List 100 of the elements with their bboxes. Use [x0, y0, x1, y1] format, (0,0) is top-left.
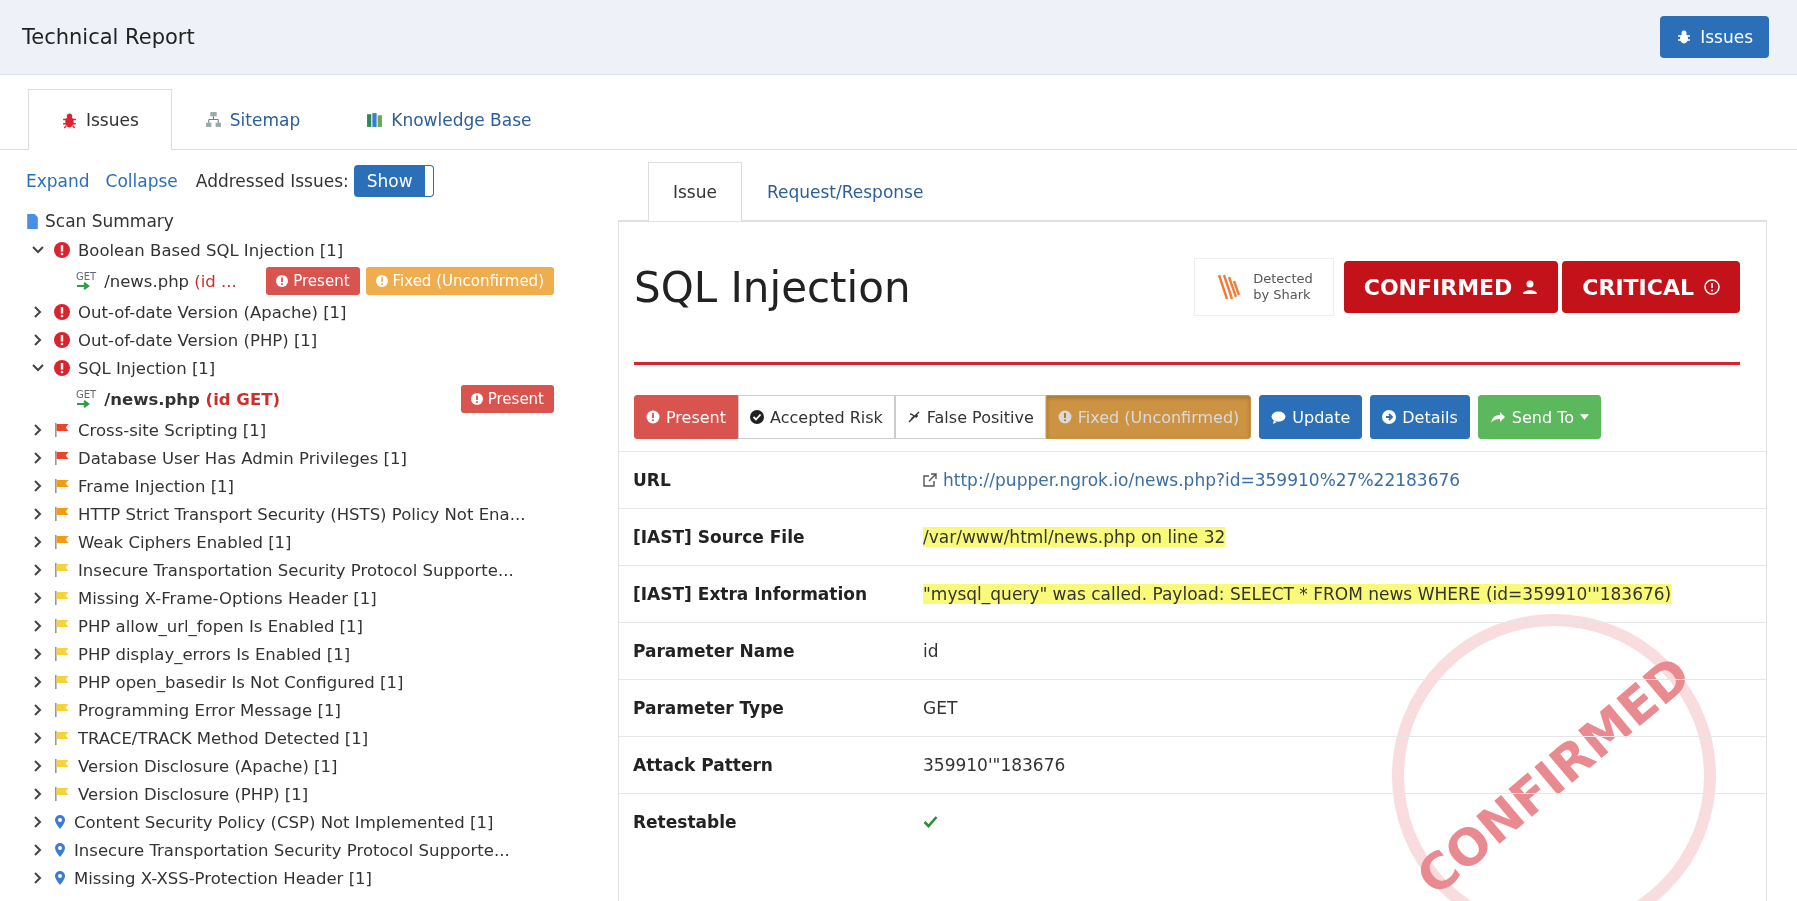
flag-icon [54, 422, 70, 438]
issue-tree-item[interactable]: PHP display_errors Is Enabled [1] [78, 644, 351, 664]
pin-icon [54, 842, 66, 858]
issue-tree-item[interactable]: TRACE/TRACK Method Detected [1] [78, 728, 369, 748]
issue-tree-item[interactable]: Insecure Transportation Security Protocol Supporte... [78, 560, 514, 580]
exclamation-icon [54, 304, 70, 320]
flag-icon [54, 506, 70, 522]
field-value: GET [923, 698, 958, 718]
tab[interactable]: Request/Response [741, 162, 949, 220]
status-button[interactable]: Accepted Risk [738, 395, 895, 439]
field-value: id [923, 641, 939, 661]
flag-icon [54, 562, 70, 578]
check-circle-icon [750, 410, 765, 424]
flag-icon [54, 478, 70, 494]
field-label: Attack Pattern [619, 736, 909, 794]
chevron-icon[interactable] [32, 592, 44, 604]
tab[interactable]: Knowledge Base [333, 89, 565, 149]
collapse-link[interactable]: Collapse [105, 171, 178, 191]
chevron-icon[interactable] [32, 704, 44, 716]
speech-bubble-icon [1271, 410, 1287, 424]
page-title: Technical Report [22, 25, 195, 49]
chevron-icon[interactable] [32, 306, 44, 318]
confirmed-button[interactable]: CONFIRMED [1343, 261, 1559, 313]
url-link[interactable]: http://pupper.ngrok.io/news.php?id=359910%27%22183676 [923, 469, 1461, 490]
chevron-icon[interactable] [32, 816, 44, 828]
issue-tree-item[interactable]: Out-of-date Version (Apache) [1] [78, 302, 347, 322]
chevron-icon[interactable] [32, 732, 44, 744]
field-label: Parameter Type [619, 679, 909, 737]
chevron-icon[interactable] [32, 424, 44, 436]
issue-tree-item[interactable]: PHP open_basedir Is Not Configured [1] [78, 672, 404, 692]
issue-tree-item[interactable]: Missing X-Frame-Options Header [1] [78, 588, 377, 608]
bug-icon [61, 111, 78, 129]
issue-tree-item[interactable]: SQL Injection [1] [78, 358, 216, 378]
chevron-icon[interactable] [32, 334, 44, 346]
issue-tree-item[interactable]: Weak Ciphers Enabled [1] [78, 532, 292, 552]
issue-tree-item[interactable]: Missing X-XSS-Protection Header [1] [74, 868, 372, 888]
flag-icon [54, 674, 70, 690]
status-button[interactable]: Present [634, 395, 739, 439]
issue-tree-item[interactable]: Insecure Transportation Security Protocol Supporte... [74, 840, 510, 860]
field-value: 359910'"183676 [923, 755, 1066, 775]
field-value: /var/www/html/news.php on line 32 [923, 527, 1226, 547]
alert-icon [470, 393, 483, 405]
chevron-icon[interactable] [32, 676, 44, 688]
flag-icon [54, 730, 70, 746]
arrow-circle-icon [1382, 410, 1397, 424]
chevron-icon[interactable] [32, 788, 44, 800]
pin-icon [54, 870, 66, 886]
chevron-icon[interactable] [32, 648, 44, 660]
issues-button[interactable]: Issues [1660, 16, 1769, 58]
chevron-icon[interactable] [32, 362, 44, 374]
chevron-icon[interactable] [32, 872, 44, 884]
issue-tree-item[interactable]: Cross-site Scripting [1] [78, 420, 267, 440]
flag-icon [54, 450, 70, 466]
status-badge: Present [266, 267, 360, 295]
issue-tree-item[interactable]: Out-of-date Version (PHP) [1] [78, 330, 318, 350]
tab[interactable]: Issue [648, 162, 742, 221]
alert-icon [1057, 410, 1072, 424]
status-badge: Present [460, 385, 554, 413]
action-button[interactable]: Update [1259, 395, 1363, 439]
endpoint-item[interactable]: /news.php (id ... [104, 271, 237, 291]
chevron-icon[interactable] [32, 760, 44, 772]
chevron-icon[interactable] [32, 508, 44, 520]
action-button[interactable]: Details [1370, 395, 1470, 439]
issue-tree-item[interactable]: Content Security Policy (CSP) Not Implemented [1] [74, 812, 494, 832]
books-icon [366, 111, 384, 128]
issue-tree-item[interactable]: PHP allow_url_fopen Is Enabled [1] [78, 616, 363, 636]
chevron-icon[interactable] [32, 452, 44, 464]
issue-tree-item[interactable]: Version Disclosure (PHP) [1] [78, 784, 309, 804]
chevron-icon[interactable] [32, 844, 44, 856]
endpoint-item[interactable]: /news.php (id GET) [104, 389, 280, 409]
scan-summary-item[interactable]: Scan Summary [45, 211, 174, 231]
critical-button[interactable]: CRITICAL [1562, 261, 1740, 313]
flag-icon [54, 758, 70, 774]
flag-icon [54, 786, 70, 802]
alert-icon [1704, 279, 1720, 295]
share-arrow-icon [1489, 410, 1506, 424]
issue-tree-item[interactable]: HTTP Strict Transport Security (HSTS) Policy Not Ena... [78, 504, 526, 524]
status-badge: Fixed (Unconfirmed) [365, 267, 554, 295]
chevron-icon[interactable] [32, 480, 44, 492]
show-toggle[interactable]: Show [354, 166, 433, 196]
bug-icon [1676, 29, 1693, 45]
alert-icon [276, 275, 289, 287]
field-value: "mysql_query" was called. Payload: SELECT * FROM news WHERE (id=359910'"183676) [923, 584, 1672, 604]
tab[interactable]: Sitemap [171, 89, 334, 149]
crossed-out-icon [906, 410, 921, 424]
tab[interactable]: Issues [28, 89, 172, 150]
field-label: Retestable [619, 793, 909, 850]
issue-tree-item[interactable]: Version Disclosure (Apache) [1] [78, 756, 338, 776]
chevron-icon[interactable] [32, 620, 44, 632]
status-button[interactable]: False Positive [894, 395, 1046, 439]
addressed-issues-label: Addressed Issues: [195, 171, 349, 191]
expand-link[interactable]: Expand [26, 171, 90, 191]
chevron-icon[interactable] [32, 244, 44, 256]
issue-tree-item[interactable]: Database User Has Admin Privileges [1] [78, 448, 407, 468]
issue-tree-item[interactable]: Boolean Based SQL Injection [1] [78, 240, 344, 260]
issue-tree-item[interactable]: Programming Error Message [1] [78, 700, 341, 720]
issue-tree-item[interactable]: Frame Injection [1] [78, 476, 234, 496]
field-label: [IAST] Source File [619, 508, 909, 566]
chevron-icon[interactable] [32, 564, 44, 576]
chevron-icon[interactable] [32, 536, 44, 548]
